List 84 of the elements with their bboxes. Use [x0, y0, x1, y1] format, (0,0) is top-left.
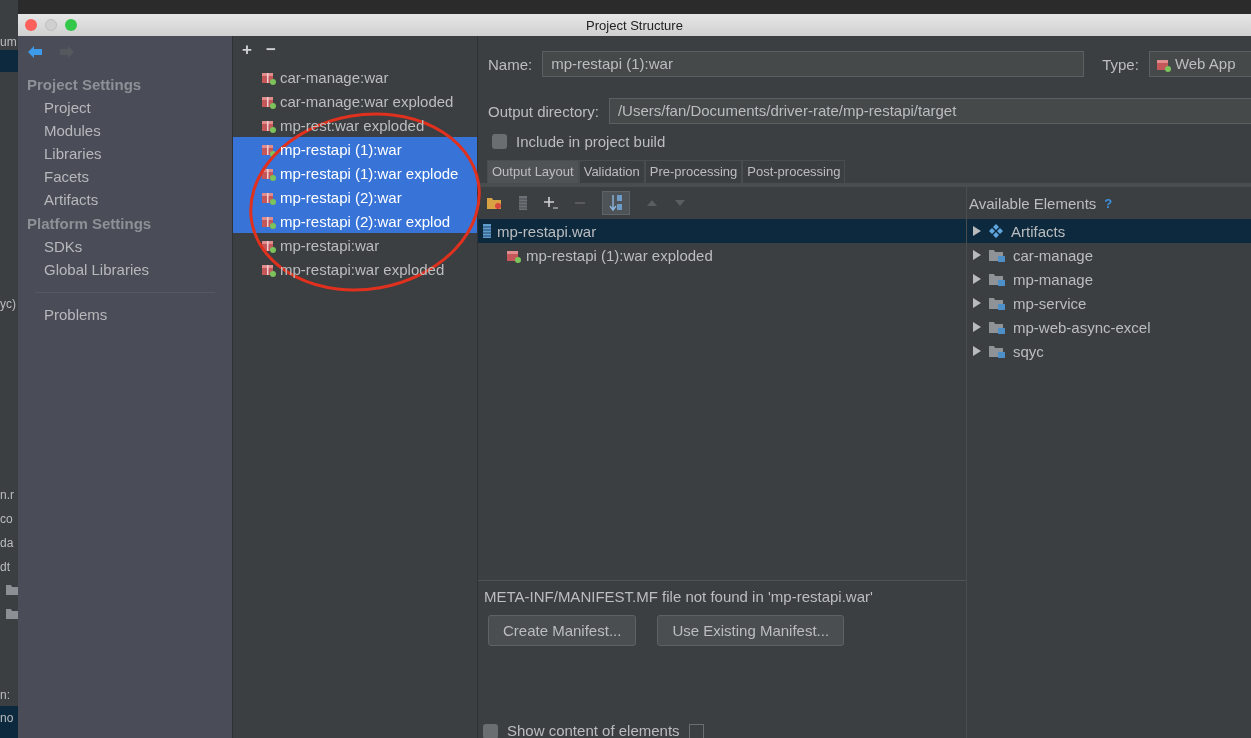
window-title: Project Structure [586, 17, 683, 33]
close-button[interactable] [25, 19, 37, 31]
tab[interactable]: Post-processing [742, 160, 846, 183]
editor-text: dt [0, 559, 10, 576]
help-link[interactable]: ? [1104, 195, 1113, 211]
tab[interactable]: Validation [578, 160, 645, 183]
editor-text: um [0, 34, 17, 51]
artifact-item[interactable]: mp-restapi (1):war [233, 137, 477, 161]
sidebar-item[interactable]: SDKs [18, 235, 232, 258]
expand-arrow-icon [973, 322, 981, 332]
artifact-item[interactable]: mp-restapi (2):war [233, 185, 477, 209]
sidebar-item[interactable]: Project [18, 96, 232, 119]
artifact-item[interactable]: mp-restapi:war [233, 233, 477, 257]
output-directory-field[interactable]: /Users/fan/Documents/driver-rate/mp-restapi/target [608, 98, 1251, 124]
tree-item[interactable]: mp-web-async-excel [967, 315, 1251, 339]
manifest-button[interactable]: Create Manifest... [488, 615, 637, 646]
field-label: Output directory: [488, 102, 599, 120]
artifact-item[interactable]: mp-restapi (2):war explod [233, 209, 477, 233]
section-heading: Project Settings [26, 75, 143, 95]
manifest-button[interactable]: Use Existing Manifest... [657, 615, 845, 646]
tree-item[interactable]: car-manage [967, 243, 1251, 267]
editor-text: yc) [0, 296, 16, 313]
editor-text: no [0, 710, 14, 727]
folder-icon [989, 248, 1005, 262]
editor-text: co [0, 511, 13, 528]
editor-text: n.r [0, 487, 14, 504]
folder-icon [989, 344, 1005, 358]
sidebar-item[interactable]: Artifacts [18, 188, 232, 211]
tab[interactable]: Output Layout [487, 160, 579, 183]
tree-item[interactable]: mp-restapi.war [478, 219, 966, 243]
checkbox-label: Include in project build [516, 132, 666, 150]
artifact-item[interactable]: mp-restapi (1):war explode [233, 161, 477, 185]
selection-highlight [0, 50, 18, 72]
type-dropdown[interactable]: Web App [1148, 51, 1251, 77]
tree-item[interactable]: sqyc [967, 339, 1251, 363]
name-field[interactable]: mp-restapi (1):war [542, 51, 1085, 77]
field-label: Type: [1102, 55, 1139, 73]
folder-icon [989, 320, 1005, 334]
sort-button[interactable] [602, 191, 630, 215]
artifact-item[interactable]: car-manage:war [233, 65, 477, 89]
zoom-button[interactable] [65, 19, 77, 31]
folder-icon [6, 584, 18, 595]
remove-button[interactable]: − [265, 40, 276, 60]
folder-icon [989, 296, 1005, 310]
move-up-icon[interactable] [646, 199, 658, 207]
folder-icon [989, 272, 1005, 286]
tab[interactable]: Pre-processing [644, 160, 743, 183]
tree-item[interactable]: mp-service [967, 291, 1251, 315]
editor-text: n: [0, 687, 10, 704]
sort-icon [609, 194, 623, 212]
tree-item[interactable]: mp-manage [967, 267, 1251, 291]
expand-arrow-icon [973, 346, 981, 356]
expand-arrow-icon [973, 226, 981, 236]
add-button[interactable]: + [242, 40, 252, 60]
sidebar-item[interactable]: Libraries [18, 142, 232, 165]
section-heading: Platform Settings [26, 214, 153, 234]
warning-message: META-INF/MANIFEST.MF file not found in 'mp-restapi.war' [483, 587, 874, 607]
checkbox[interactable] [483, 724, 498, 738]
minimize-button[interactable] [45, 19, 57, 31]
archive-icon [482, 223, 492, 239]
artifact-item[interactable]: car-manage:war exploded [233, 89, 477, 113]
back-icon[interactable] [28, 46, 42, 58]
add-icon[interactable] [544, 196, 558, 210]
tree-item[interactable]: mp-restapi (1):war exploded [478, 243, 966, 267]
selection-highlight [0, 706, 18, 738]
diamond-icon [989, 224, 1003, 238]
field-label: Name: [488, 55, 533, 73]
move-down-icon[interactable] [674, 199, 686, 207]
new-folder-icon[interactable] [486, 196, 502, 210]
sidebar-item[interactable]: Problems [18, 303, 232, 326]
checkbox[interactable] [492, 133, 507, 149]
sidebar-item[interactable]: Facets [18, 165, 232, 188]
tree-item[interactable]: Artifacts [967, 219, 1251, 243]
option-box[interactable] [688, 724, 704, 738]
editor-text: da [0, 535, 14, 552]
expand-arrow-icon [973, 250, 981, 260]
archive-icon[interactable] [518, 195, 528, 211]
expand-arrow-icon [973, 298, 981, 308]
folder-icon [6, 608, 18, 619]
sidebar-item[interactable]: Global Libraries [18, 258, 232, 281]
panel-title: Available Elements [969, 194, 1097, 212]
checkbox-label: Show content of elements [507, 721, 680, 738]
expand-arrow-icon [973, 274, 981, 284]
sidebar-item[interactable]: Modules [18, 119, 232, 142]
